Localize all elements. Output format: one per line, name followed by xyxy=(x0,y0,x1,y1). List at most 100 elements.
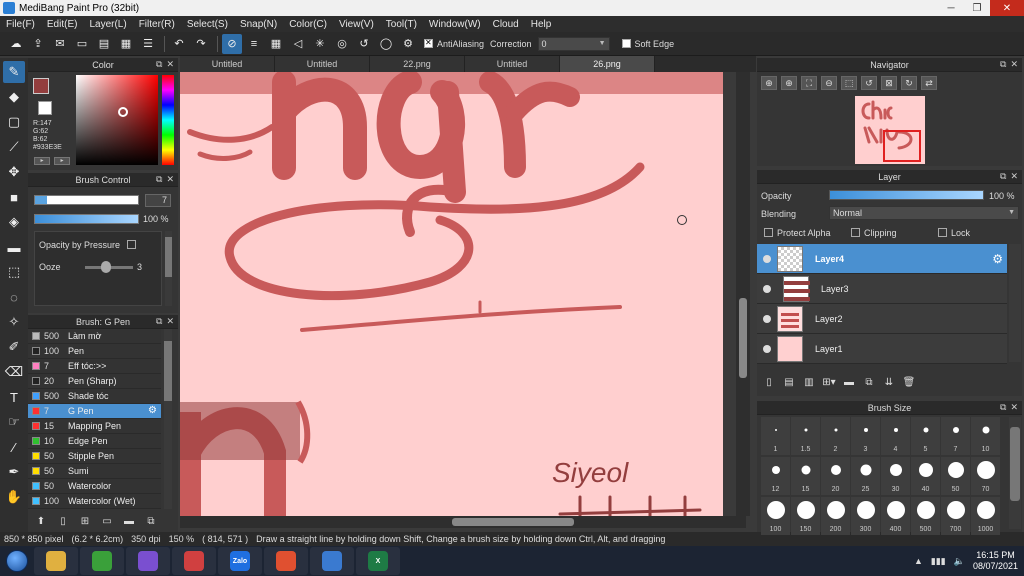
share-icon[interactable]: ⇪ xyxy=(28,34,48,54)
tab-untitled-3[interactable]: Untitled xyxy=(465,56,560,72)
navigator-preview[interactable] xyxy=(855,96,925,164)
visibility-eye-icon[interactable] xyxy=(763,284,771,293)
blending-select[interactable]: Normal ▼ xyxy=(829,206,1019,220)
zoom-in-alt-icon[interactable]: ⊕ xyxy=(781,76,797,90)
new-halftone-layer-icon[interactable]: ▤ xyxy=(781,374,797,390)
brush-size-preset[interactable]: 300 xyxy=(851,497,880,535)
brush-item[interactable]: 50 Watercolor xyxy=(28,479,161,494)
rotate-left-icon[interactable]: ↺ xyxy=(861,76,877,90)
radial-snap-icon[interactable]: ✳ xyxy=(310,34,330,54)
eraser-tool-icon[interactable]: ◆ xyxy=(3,86,25,108)
operation-tool-icon[interactable]: ☞ xyxy=(3,411,25,433)
shape-tool-icon[interactable]: ▢ xyxy=(3,111,25,133)
divide-tool-icon[interactable]: ⁄ xyxy=(3,436,25,458)
tab-untitled-2[interactable]: Untitled xyxy=(275,56,370,72)
hand-tool-icon[interactable]: ✋ xyxy=(3,486,25,508)
grid-page-icon[interactable]: ▦ xyxy=(116,34,136,54)
brush-size-preset[interactable]: 400 xyxy=(881,497,910,535)
scrollbar-thumb[interactable] xyxy=(1010,427,1020,501)
cloud-brush-icon[interactable]: ⬆ xyxy=(32,513,50,529)
network-icon[interactable]: ▮▮▮ xyxy=(931,556,946,567)
scrollbar-thumb[interactable] xyxy=(165,237,172,277)
menu-select[interactable]: Select(S) xyxy=(181,19,234,30)
curve-snap-icon[interactable]: ↺ xyxy=(354,34,374,54)
rotate-right-icon[interactable]: ↻ xyxy=(901,76,917,90)
taskbar-app-button[interactable] xyxy=(310,547,354,575)
brush-size-preset[interactable]: 15 xyxy=(791,457,820,495)
scrollbar-thumb[interactable] xyxy=(739,298,747,378)
detach-icon[interactable]: ⧉ xyxy=(1000,171,1006,182)
layer-list-scrollbar[interactable] xyxy=(1009,244,1021,362)
brush-item[interactable]: 15 Mapping Pen xyxy=(28,419,161,434)
brush-size-preset[interactable]: 700 xyxy=(941,497,970,535)
brush-tool-icon[interactable]: ✎ xyxy=(3,61,25,83)
brush-size-preset[interactable]: 10 xyxy=(971,417,1000,455)
brush-size-preset[interactable]: 1.5 xyxy=(791,417,820,455)
soft-edge-checkbox[interactable] xyxy=(621,39,631,48)
ooze-slider-knob[interactable] xyxy=(101,261,111,273)
brush-size-preset[interactable]: 2 xyxy=(821,417,850,455)
brush-size-preset[interactable]: 3 xyxy=(851,417,880,455)
close-button[interactable]: ✕ xyxy=(990,0,1024,16)
layer-row[interactable]: Layer2 xyxy=(757,304,1007,334)
close-icon[interactable]: ✕ xyxy=(166,59,174,70)
brush-size-preset[interactable]: 1000 xyxy=(971,497,1000,535)
color-palette-button[interactable]: ▸ xyxy=(54,157,70,165)
list-icon[interactable]: ☰ xyxy=(138,34,158,54)
brush-size-preset[interactable]: 12 xyxy=(761,457,790,495)
brush-size-value[interactable]: 7 xyxy=(145,194,171,207)
gear-icon[interactable]: ⚙ xyxy=(992,252,1003,266)
delete-layer-icon[interactable]: 🗑 xyxy=(901,374,917,390)
background-color-swatch[interactable] xyxy=(38,101,52,115)
brush-item[interactable]: 500 Shade tóc xyxy=(28,389,161,404)
tab-26-png[interactable]: 26.png xyxy=(560,56,655,72)
brush-size-preset[interactable]: 150 xyxy=(791,497,820,535)
menu-tool[interactable]: Tool(T) xyxy=(380,19,423,30)
fit-icon[interactable]: ⛶ xyxy=(801,76,817,90)
canvas-vertical-scrollbar[interactable] xyxy=(736,72,750,516)
document-icon[interactable]: ▤ xyxy=(94,34,114,54)
perspective-snap-icon[interactable]: ◁ xyxy=(288,34,308,54)
zoom-in-icon[interactable]: ⊕ xyxy=(761,76,777,90)
brush-folder-icon[interactable]: ▬ xyxy=(120,513,138,529)
magic-wand-tool-icon[interactable]: ✧ xyxy=(3,311,25,333)
scrollbar-thumb[interactable] xyxy=(452,518,574,526)
menu-edit[interactable]: Edit(E) xyxy=(41,19,84,30)
antialiasing-checkbox[interactable] xyxy=(424,38,433,48)
duplicate-layer-icon[interactable]: ⧉ xyxy=(861,374,877,390)
cloud-icon[interactable]: ☁ xyxy=(6,34,26,54)
layer-row[interactable]: Layer1 xyxy=(757,334,1007,364)
lasso-tool-icon[interactable]: ◌ xyxy=(3,286,25,308)
brush-item[interactable]: 20 Pen (Sharp) xyxy=(28,374,161,389)
new-layer-icon[interactable]: ▯ xyxy=(761,374,777,390)
merge-down-icon[interactable]: ⇊ xyxy=(881,374,897,390)
visibility-eye-icon[interactable] xyxy=(763,254,771,263)
brush-size-preset[interactable]: 25 xyxy=(851,457,880,495)
snap-off-icon[interactable]: ⊘ xyxy=(222,33,242,54)
color-mode-button[interactable]: ▸ xyxy=(34,157,50,165)
close-icon[interactable]: ✕ xyxy=(1010,171,1018,182)
correction-select[interactable]: 0 ▼ xyxy=(537,36,610,51)
minimize-button[interactable]: ─ xyxy=(938,0,964,16)
brush-settings-icon[interactable]: ▭ xyxy=(98,513,116,529)
taskbar-app-button[interactable] xyxy=(126,547,170,575)
detach-icon[interactable]: ⧉ xyxy=(1000,402,1006,413)
brush-item[interactable]: 500 Làm mờ xyxy=(28,329,161,344)
taskbar-app-button[interactable]: X xyxy=(356,547,400,575)
canvas-horizontal-scrollbar[interactable] xyxy=(180,516,746,528)
select-pen-tool-icon[interactable]: ✐ xyxy=(3,336,25,358)
menu-snap[interactable]: Snap(N) xyxy=(234,19,283,30)
circle-snap-icon[interactable]: ◯ xyxy=(376,34,396,54)
brush-size-preset[interactable]: 4 xyxy=(881,417,910,455)
brush-size-preset[interactable]: 70 xyxy=(971,457,1000,495)
brush-size-preset[interactable]: 100 xyxy=(761,497,790,535)
volume-icon[interactable]: 🔈 xyxy=(954,556,965,567)
drawing-canvas[interactable]: Siyeol xyxy=(180,72,723,516)
brush-item[interactable]: 50 Stipple Pen xyxy=(28,449,161,464)
fill-rect-tool-icon[interactable]: ■ xyxy=(3,186,25,208)
brush-item[interactable]: 50 Sumi xyxy=(28,464,161,479)
add-brush-icon[interactable]: ⊞ xyxy=(76,513,94,529)
brush-size-preset[interactable]: 40 xyxy=(911,457,940,495)
scrollbar-thumb[interactable] xyxy=(164,341,172,401)
close-icon[interactable]: ✕ xyxy=(1010,59,1018,70)
